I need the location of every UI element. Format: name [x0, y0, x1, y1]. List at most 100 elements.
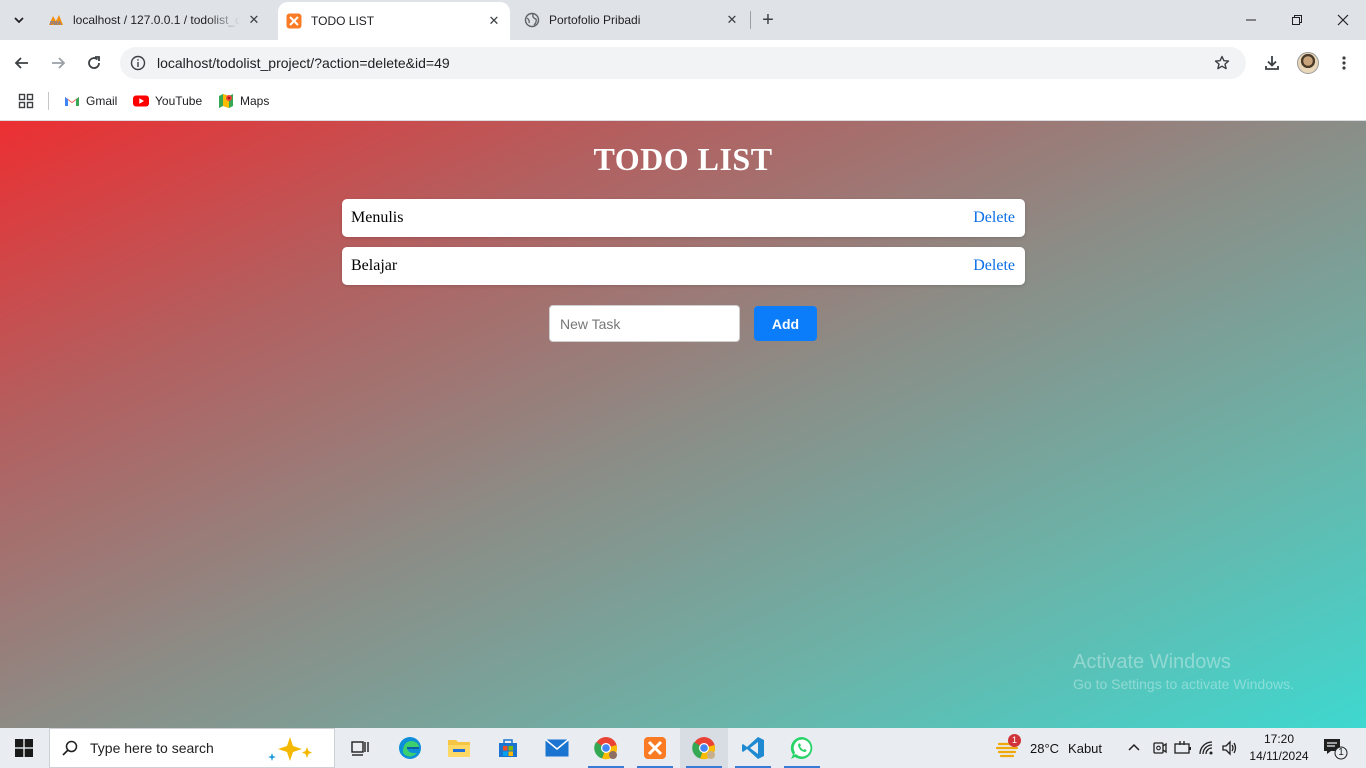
edge-button[interactable]: [386, 728, 434, 768]
weather-icon: 1: [995, 734, 1022, 760]
whatsapp-button[interactable]: [778, 728, 826, 768]
delete-link[interactable]: Delete: [973, 209, 1015, 227]
volume-button[interactable]: [1221, 728, 1239, 768]
battery-button[interactable]: [1174, 728, 1192, 768]
new-task-input[interactable]: [549, 305, 740, 342]
svg-text:PMA: PMA: [50, 21, 62, 26]
close-window-button[interactable]: [1320, 0, 1366, 40]
xampp-icon: [286, 13, 302, 29]
weather-badge: 1: [1008, 734, 1021, 747]
weather-temp: 28°C: [1030, 740, 1060, 756]
delete-link[interactable]: Delete: [973, 257, 1015, 275]
tab-title: Portofolio Pribadi: [549, 13, 641, 27]
phpmyadmin-icon: PMA: [48, 12, 64, 28]
notification-center-button[interactable]: 1: [1322, 736, 1348, 760]
close-icon: [1337, 14, 1349, 26]
bookmark-gmail[interactable]: Gmail: [64, 91, 117, 111]
wifi-icon: [1199, 741, 1213, 755]
bookmark-youtube[interactable]: YouTube: [133, 91, 202, 111]
apps-grid-icon[interactable]: [17, 92, 35, 110]
mail-button[interactable]: [533, 728, 581, 768]
start-button[interactable]: [0, 728, 48, 768]
weather-widget[interactable]: 1 28°C Kabut: [995, 728, 1103, 768]
tab-todo-list[interactable]: TODO LIST ✕: [278, 2, 510, 40]
close-tab-icon[interactable]: ✕: [486, 13, 502, 29]
bookmark-maps[interactable]: Maps: [218, 91, 269, 111]
camera-icon: [1153, 742, 1167, 754]
todo-item-text: Menulis: [351, 209, 404, 226]
search-placeholder: Type here to search: [90, 740, 214, 756]
browser-toolbar: localhost/todolist_project/?action=delet…: [0, 40, 1366, 86]
tab-phpmyadmin[interactable]: PMA localhost / 127.0.0.1 / todolist_d ✕: [40, 0, 270, 40]
profile-button[interactable]: [1294, 49, 1322, 77]
tab-search-button[interactable]: [6, 7, 32, 33]
globe-icon: [524, 12, 540, 28]
watermark-subtitle: Go to Settings to activate Windows.: [1073, 676, 1294, 692]
taskbar-search-box[interactable]: Type here to search: [49, 728, 335, 768]
arrow-left-icon: [14, 57, 28, 69]
windows-logo-icon: [15, 739, 33, 757]
xampp-button[interactable]: [631, 728, 679, 768]
file-explorer-icon: [448, 740, 470, 757]
windows-taskbar: Type here to search 1 28°C Kabut 17:20 1…: [0, 728, 1366, 768]
page-title: TODO LIST: [593, 141, 773, 177]
close-tab-icon[interactable]: ✕: [724, 12, 740, 28]
site-info-icon[interactable]: [128, 53, 148, 73]
address-bar[interactable]: localhost/todolist_project/?action=delet…: [120, 47, 1246, 79]
minimize-icon: [1246, 19, 1256, 21]
sparkle-icon: [268, 737, 312, 761]
todo-list: Menulis Delete Belajar Delete: [342, 199, 1025, 295]
chevron-up-icon: [1128, 743, 1140, 751]
vscode-button[interactable]: [729, 728, 777, 768]
chrome-profile-button[interactable]: [680, 728, 728, 768]
bookmark-label: Maps: [240, 94, 270, 108]
clock-time: 17:20: [1263, 732, 1295, 746]
weather-condition: Kabut: [1068, 740, 1103, 756]
minimize-button[interactable]: [1228, 0, 1274, 40]
notification-count: 1: [1338, 747, 1344, 758]
restore-icon: [1292, 15, 1302, 25]
bookmark-label: Gmail: [86, 94, 118, 108]
tab-title: localhost / 127.0.0.1 / todolist_d: [73, 13, 240, 27]
watermark-title: Activate Windows: [1073, 651, 1231, 673]
network-button[interactable]: [1198, 728, 1216, 768]
more-vertical-icon: [1342, 56, 1346, 70]
chrome-profile-icon: [692, 737, 715, 760]
tab-title: TODO LIST: [311, 14, 375, 28]
avatar: [1297, 52, 1319, 74]
menu-button[interactable]: [1330, 49, 1358, 77]
bookmark-star-icon[interactable]: [1212, 53, 1232, 73]
todo-page: TODO LIST Menulis Delete Belajar Delete …: [0, 121, 1366, 728]
new-tab-button[interactable]: +: [756, 8, 780, 32]
reload-icon: [88, 56, 100, 69]
tab-portofolio[interactable]: Portofolio Pribadi ✕: [516, 0, 748, 40]
add-task-form: Add: [549, 305, 817, 342]
forward-button[interactable]: [44, 49, 72, 77]
store-icon: [499, 739, 517, 757]
file-explorer-button[interactable]: [435, 728, 483, 768]
downloads-button[interactable]: [1258, 49, 1286, 77]
bookmarks-separator: [48, 92, 49, 110]
clock[interactable]: 17:20 14/11/2024: [1249, 731, 1309, 765]
bookmark-label: YouTube: [155, 94, 203, 108]
todo-item: Menulis Delete: [342, 199, 1025, 237]
youtube-icon: [133, 93, 149, 109]
download-icon: [1265, 56, 1279, 70]
back-button[interactable]: [8, 49, 36, 77]
reload-button[interactable]: [80, 49, 108, 77]
chrome-button[interactable]: [582, 728, 630, 768]
restore-button[interactable]: [1274, 0, 1320, 40]
show-hidden-icons-button[interactable]: [1126, 728, 1142, 768]
meet-now-button[interactable]: [1150, 728, 1168, 768]
mail-icon: [545, 739, 569, 757]
add-task-button[interactable]: Add: [754, 306, 817, 341]
clock-date: 14/11/2024: [1249, 749, 1309, 763]
xampp-icon: [644, 737, 666, 759]
close-tab-icon[interactable]: ✕: [246, 12, 262, 28]
chevron-down-icon: [14, 17, 24, 24]
maps-icon: [218, 93, 234, 109]
task-view-button[interactable]: [336, 728, 384, 768]
todo-item: Belajar Delete: [342, 247, 1025, 285]
store-button[interactable]: [484, 728, 532, 768]
todo-item-text: Belajar: [351, 257, 398, 274]
